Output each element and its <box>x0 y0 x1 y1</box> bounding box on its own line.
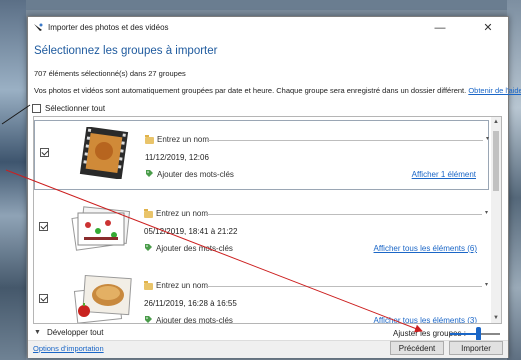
select-all[interactable]: Sélectionner tout <box>32 101 105 115</box>
previous-button[interactable]: Précédent <box>390 341 444 355</box>
film-thumbnail <box>79 127 129 179</box>
page-title: Sélectionnez les groupes à importer <box>34 45 218 57</box>
show-items-link[interactable]: Afficher 1 élément <box>412 170 476 179</box>
show-items-link[interactable]: Afficher tous les éléments (3) <box>374 316 477 323</box>
group-slider-thumb[interactable] <box>475 327 481 341</box>
chevron-down-icon[interactable]: ▾ <box>485 281 488 288</box>
import-options-link[interactable]: Options d'importation <box>33 344 104 353</box>
name-underline <box>206 286 482 287</box>
import-dialog: Importer des photos et des vidéos — ✕ Sé… <box>27 16 521 358</box>
group-date: 26/11/2019, 16:28 à 16:55 <box>144 299 237 308</box>
chevron-down-icon: ▼ <box>34 329 41 336</box>
list-scrollbar[interactable]: ▲ ▼ <box>491 117 501 323</box>
name-underline <box>206 214 482 215</box>
import-button[interactable]: Importer <box>449 341 503 355</box>
group-checkbox[interactable] <box>40 148 49 157</box>
tag-icon <box>146 170 153 177</box>
tag-icon <box>145 316 152 323</box>
chevron-down-icon[interactable]: ▾ <box>486 135 489 142</box>
name-underline <box>207 140 483 141</box>
folder-icon <box>144 209 153 218</box>
group-name-input[interactable]: Entrez un nom <box>157 135 209 144</box>
folder-icon <box>144 281 153 290</box>
group-checkbox[interactable] <box>39 294 48 303</box>
photo-stack-thumbnail <box>73 274 132 323</box>
folder-icon <box>145 135 154 144</box>
group-item: Entrez un nom ▾ 26/11/2019, 16:28 à 16:5… <box>34 267 489 323</box>
group-item: Entrez un nom ▾ 05/12/2019, 18:41 à 21:2… <box>34 195 489 265</box>
desktop-background-right <box>507 0 521 360</box>
group-date: 11/12/2019, 12:06 <box>145 153 209 162</box>
select-all-label: Sélectionner tout <box>45 103 106 113</box>
photo-stack-thumbnail <box>71 206 131 251</box>
group-item: Entrez un nom ▾ 11/12/2019, 12:06 Ajoute… <box>34 120 489 190</box>
app-icon <box>34 23 43 31</box>
group-slider-fill <box>450 333 478 335</box>
selection-count: 707 éléments sélectionné(s) dans 27 grou… <box>34 69 186 78</box>
info-text: Vos photos et vidéos sont automatiquemen… <box>34 86 521 95</box>
expand-all[interactable]: ▼ Développer tout <box>34 328 103 337</box>
select-all-checkbox[interactable] <box>32 103 41 113</box>
chevron-down-icon[interactable]: ▾ <box>485 209 488 216</box>
scroll-up-icon[interactable]: ▲ <box>492 118 500 126</box>
group-checkbox[interactable] <box>39 222 48 231</box>
close-button[interactable]: ✕ <box>474 20 502 36</box>
group-name-input[interactable]: Entrez un nom <box>156 281 208 290</box>
tag-icon <box>145 244 152 251</box>
add-tags-input[interactable]: Ajouter des mots-clés <box>156 244 233 253</box>
desktop-background-left <box>0 0 26 360</box>
window-title: Importer des photos et des vidéos <box>48 23 169 32</box>
info-description: Vos photos et vidéos sont automatiquemen… <box>34 86 467 95</box>
desktop-background-top <box>0 0 521 10</box>
show-items-link[interactable]: Afficher tous les éléments (6) <box>374 244 477 253</box>
add-tags-input[interactable]: Ajouter des mots-clés <box>157 170 234 179</box>
title-bar: Importer des photos et des vidéos — ✕ <box>28 17 508 39</box>
group-date: 05/12/2019, 18:41 à 21:22 <box>144 227 238 236</box>
scroll-down-icon[interactable]: ▼ <box>492 314 500 322</box>
group-name-input[interactable]: Entrez un nom <box>156 209 208 218</box>
help-link[interactable]: Obtenir de l'aide <box>468 86 521 95</box>
minimize-button[interactable]: — <box>426 20 454 36</box>
groups-list: Entrez un nom ▾ 11/12/2019, 12:06 Ajoute… <box>33 116 502 324</box>
scroll-thumb[interactable] <box>493 131 499 191</box>
expand-all-label: Développer tout <box>46 328 104 337</box>
add-tags-input[interactable]: Ajouter des mots-clés <box>156 316 233 323</box>
